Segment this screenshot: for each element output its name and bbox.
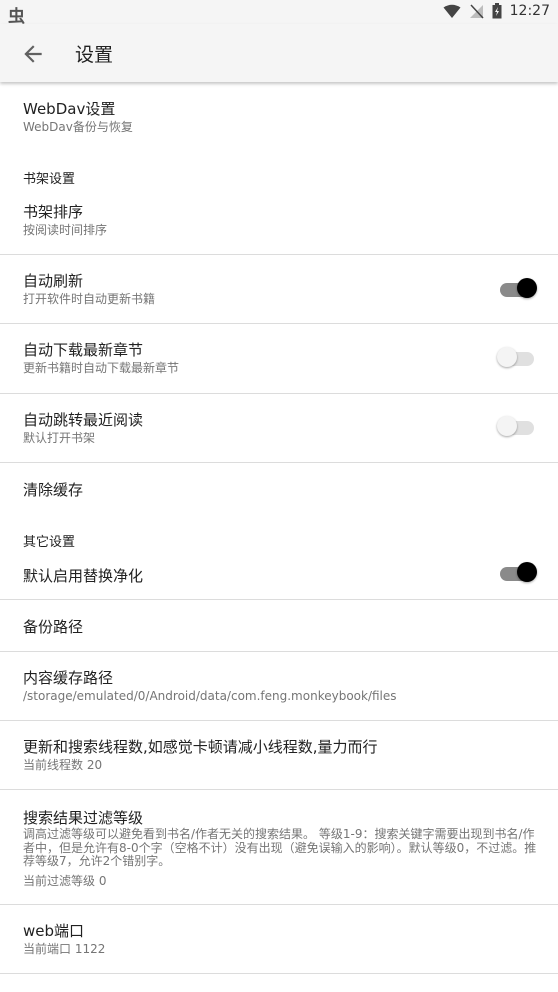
setting-title: 清除缓存: [23, 481, 84, 499]
setting-summary: 打开软件时自动更新书籍: [23, 292, 156, 306]
page-title: 设置: [75, 44, 114, 66]
auto-download-switch[interactable]: [497, 347, 534, 367]
switch-knob: [497, 416, 517, 436]
replace-purify-switch[interactable]: [500, 562, 537, 582]
setting-title: 搜索结果过滤等级: [23, 809, 144, 827]
auto-jump-setting[interactable]: 自动跳转最近阅读 默认打开书架: [0, 394, 558, 463]
auto-jump-switch[interactable]: [497, 416, 534, 436]
status-icons: 12:27: [443, 3, 550, 19]
setting-title: web端口: [23, 922, 85, 940]
thread-count-setting[interactable]: 更新和搜索线程数,如感觉卡顿请减小线程数,量力而行 当前线程数 20: [0, 721, 558, 790]
category-other: 其它设置: [23, 535, 76, 550]
clear-cache-setting[interactable]: 清除缓存: [0, 463, 558, 513]
setting-summary: 调高过滤等级可以避免看到书名/作者无关的搜索结果。 等级1-9：搜索关键字需要出…: [23, 827, 537, 868]
setting-summary: 默认打开书架: [23, 431, 96, 445]
switch-knob: [497, 347, 517, 367]
battery-charging-icon: [492, 3, 502, 19]
setting-title: 书架排序: [23, 203, 84, 221]
no-signal-icon: [469, 3, 484, 19]
setting-title: 默认启用替换净化: [23, 567, 144, 585]
switch-knob: [517, 278, 537, 298]
category-bookshelf: 书架设置: [23, 172, 76, 187]
backup-path-setting[interactable]: 备份路径: [0, 600, 558, 652]
setting-summary: 更新书籍时自动下载最新章节: [23, 361, 180, 375]
web-port-setting[interactable]: web端口 当前端口 1122: [0, 905, 558, 974]
toolbar: 设置: [0, 24, 558, 82]
wifi-icon: [443, 4, 461, 18]
cache-path-setting[interactable]: 内容缓存路径 /storage/emulated/0/Android/data/…: [0, 652, 558, 721]
replace-purify-setting[interactable]: 默认启用替换净化: [0, 550, 558, 600]
setting-summary: 当前端口 1122: [23, 942, 106, 956]
setting-title: 内容缓存路径: [23, 669, 114, 687]
setting-title: 自动跳转最近阅读: [23, 411, 144, 429]
bookshelf-sort-setting[interactable]: 书架排序 按阅读时间排序: [0, 186, 558, 255]
setting-title: 自动下载最新章节: [23, 341, 144, 359]
search-filter-setting[interactable]: 搜索结果过滤等级 调高过滤等级可以避免看到书名/作者无关的搜索结果。 等级1-9…: [0, 790, 558, 905]
setting-summary: 当前线程数 20: [23, 758, 103, 772]
status-bar: 虫 12:27: [0, 0, 558, 27]
switch-knob: [517, 562, 537, 582]
auto-refresh-setting[interactable]: 自动刷新 打开软件时自动更新书籍: [0, 255, 558, 324]
setting-summary: /storage/emulated/0/Android/data/com.fen…: [23, 689, 397, 703]
clock: 12:27: [509, 3, 550, 19]
setting-summary: 按阅读时间排序: [23, 223, 108, 237]
auto-download-setting[interactable]: 自动下载最新章节 更新书籍时自动下载最新章节: [0, 324, 558, 394]
setting-title: 备份路径: [23, 618, 84, 636]
setting-title: 自动刷新: [23, 272, 84, 290]
setting-title: WebDav设置: [23, 100, 116, 118]
arrow-back-icon[interactable]: [20, 41, 46, 67]
setting-title: 更新和搜索线程数,如感觉卡顿请减小线程数,量力而行: [23, 738, 378, 756]
auto-refresh-switch[interactable]: [500, 278, 537, 298]
webdav-setting[interactable]: WebDav设置 WebDav备份与恢复: [0, 82, 558, 148]
setting-summary: WebDav备份与恢复: [23, 120, 133, 134]
setting-current-value: 当前过滤等级 0: [23, 874, 107, 888]
